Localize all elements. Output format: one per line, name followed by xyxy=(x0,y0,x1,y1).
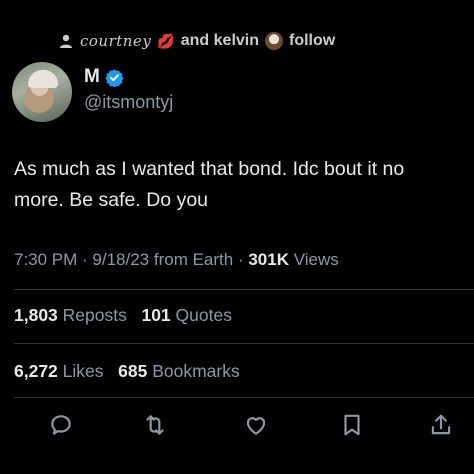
verified-badge-icon xyxy=(105,68,124,87)
repost-icon xyxy=(146,415,164,435)
social-context-suffix: follow xyxy=(289,32,336,49)
social-context[interactable]: courtney 💋 and kelvin follow xyxy=(58,30,335,52)
lips-emoji: 💋 xyxy=(157,32,175,49)
avatar-cap xyxy=(28,70,58,88)
views-count: 301K xyxy=(248,250,289,269)
author-name-row[interactable]: M xyxy=(84,66,124,88)
reposts-stat[interactable]: 1,803 Reposts xyxy=(14,305,127,325)
follower-avatar-icon xyxy=(265,32,283,50)
repost-button[interactable] xyxy=(142,412,168,438)
display-name[interactable]: M xyxy=(84,66,100,88)
bookmark-icon xyxy=(344,414,360,436)
reply-icon xyxy=(51,415,71,435)
social-context-middle: and kelvin xyxy=(180,32,259,49)
bookmark-button[interactable] xyxy=(339,412,365,438)
stats-row-likes: 6,272 Likes 685 Bookmarks xyxy=(14,361,240,382)
like-button[interactable] xyxy=(243,412,269,438)
share-icon xyxy=(431,414,451,435)
tweet-text: As much as I wanted that bond. Idc bout … xyxy=(14,158,405,211)
quotes-label: Quotes xyxy=(175,305,232,325)
divider xyxy=(14,289,474,290)
bookmarks-count: 685 xyxy=(118,361,148,381)
quotes-stat[interactable]: 101 Quotes xyxy=(141,305,232,325)
likes-label: Likes xyxy=(62,361,104,381)
bookmarks-stat[interactable]: 685 Bookmarks xyxy=(118,361,240,381)
likes-count: 6,272 xyxy=(14,361,58,381)
reply-button[interactable] xyxy=(48,412,74,438)
follower-name[interactable]: courtney xyxy=(80,32,151,50)
person-icon xyxy=(60,34,72,48)
reposts-count: 1,803 xyxy=(14,305,58,325)
divider xyxy=(14,397,474,398)
likes-stat[interactable]: 6,272 Likes xyxy=(14,361,104,381)
views-label: Views xyxy=(293,250,339,269)
tweet-meta: 7:30 PM · 9/18/23 from Earth · 301K View… xyxy=(14,250,339,270)
like-icon xyxy=(246,417,266,435)
divider xyxy=(14,343,474,344)
action-bar xyxy=(0,412,474,442)
stats-row-reposts: 1,803 Reposts 101 Quotes xyxy=(14,305,232,326)
reposts-label: Reposts xyxy=(62,305,127,325)
share-button[interactable] xyxy=(428,412,454,438)
author-handle[interactable]: @itsmontyj xyxy=(84,92,173,113)
quotes-count: 101 xyxy=(141,305,171,325)
timestamp[interactable]: 7:30 PM · 9/18/23 from Earth · xyxy=(14,250,244,269)
avatar[interactable] xyxy=(12,62,72,122)
bookmarks-label: Bookmarks xyxy=(152,361,240,381)
